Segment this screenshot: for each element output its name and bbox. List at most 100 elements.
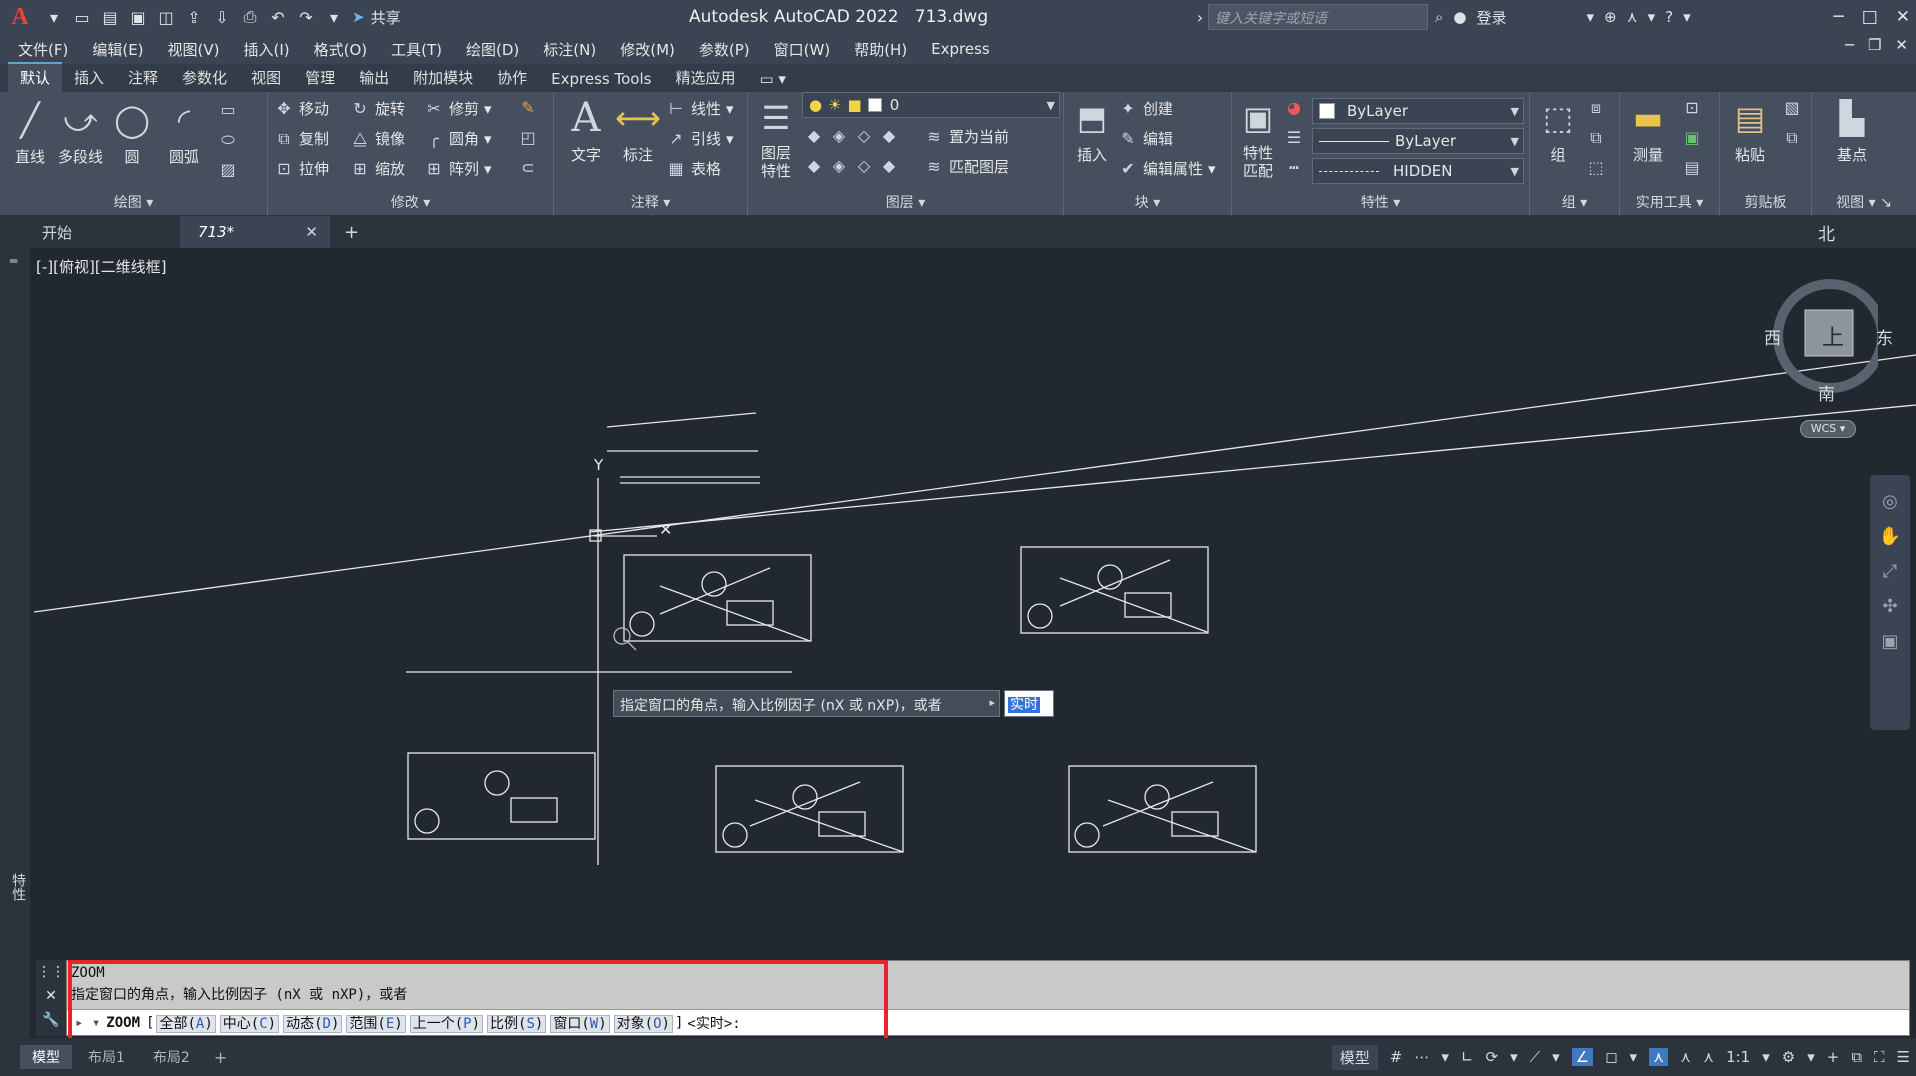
lineweight-button[interactable]: ☰ [1284,128,1304,147]
close-icon[interactable]: ✕ [45,988,57,1004]
command-window-handle[interactable]: ⋮⋮ ✕ 🔧 [36,960,66,1036]
annotation-panel-title[interactable]: 注释 ▾ [554,192,747,212]
object-snap-tracking-icon[interactable]: ∠ [1571,1048,1594,1066]
scale-button[interactable]: ⊞ 缩放 [350,158,405,179]
draw-panel-title[interactable]: 绘图 ▾ [0,192,267,212]
chevron-down-icon[interactable]: ▾ [1762,1048,1770,1066]
menu-item-12[interactable]: Express [931,40,990,58]
utilities-panel-title[interactable]: 实用工具 ▾ [1620,192,1719,212]
layer-tools-row2[interactable]: ◆ ◈ ◇ ◆ [804,156,899,175]
layers-panel-title[interactable]: 图层 ▾ [748,192,1063,212]
offset-button[interactable]: ⊂ [518,158,538,177]
line-button[interactable]: ╱ 直线 [8,98,52,167]
ellipse-button[interactable]: ⬭ [218,130,238,150]
new-tab-button[interactable]: + [330,216,373,248]
array-button[interactable]: ⊞ 阵列 ▾ [424,158,491,179]
erase-button[interactable]: ✎ [518,98,538,117]
chevron-down-icon[interactable]: ▾ [1648,8,1656,26]
menu-item-10[interactable]: 窗口(W) [774,39,831,60]
layout-tab-1[interactable]: 布局1 [76,1045,137,1069]
command-option-1[interactable]: 中心(C) [219,1014,280,1033]
explode-button[interactable]: ◰ [518,128,538,147]
menu-item-4[interactable]: 格式(O) [314,39,368,60]
create-block-button[interactable]: ✦ 创建 [1118,98,1173,119]
dynamic-input-field[interactable]: 实时 [1004,690,1054,717]
stretch-button[interactable]: ⊡ 拉伸 [274,158,329,179]
grid-icon[interactable]: # [1390,1048,1403,1066]
lineweight-dropdown[interactable]: ByLayer ▼ [1312,128,1524,154]
viewcube-north[interactable]: 北 [1818,220,1835,245]
edit-attributes-button[interactable]: ✔ 编辑属性 ▾ [1118,158,1215,179]
copy-clip-button[interactable]: ⧉ [1782,128,1802,148]
isodraft-icon[interactable]: ⟋ [1530,1048,1541,1066]
chevron-down-icon[interactable]: ▾ [1630,1048,1638,1066]
mirror-button[interactable]: ⧋ 镜像 [350,128,405,149]
command-option-7[interactable]: 对象(O) [613,1014,673,1033]
command-option-5[interactable]: 比例(S) [487,1014,547,1033]
login-link[interactable]: 登录 [1477,7,1507,28]
annotation-scale-value[interactable]: 1:1 [1726,1048,1750,1066]
orbit-icon[interactable]: ✣ [1882,596,1897,617]
user-icon[interactable]: ● [1453,8,1466,26]
insert-button[interactable]: ⬒ 插入 [1070,96,1114,165]
drawing-canvas[interactable]: Y ✕ 北 南 西 东 上 WCS ▾ [0,225,1916,958]
close-icon[interactable]: ✕ [1895,36,1908,54]
paste-button[interactable]: ▤ 粘贴 [1728,96,1772,165]
customize-qat-icon[interactable]: ▾ [320,3,348,31]
annotation-scale-icon[interactable]: ⋏ [1703,1048,1714,1066]
layout-tab-2[interactable]: 布局2 [141,1045,202,1069]
utility-tool-button[interactable]: ▤ [1682,158,1702,177]
chevron-down-icon[interactable]: ▾ [1683,8,1691,26]
print-icon[interactable]: ⎙ [236,3,264,31]
properties-panel-title[interactable]: 特性 ▾ [1232,192,1529,212]
edit-block-button[interactable]: ✎ 编辑 [1118,128,1173,149]
text-button[interactable]: A 文字 [564,95,608,165]
minimize-icon[interactable]: ─ [1833,7,1843,27]
menu-item-6[interactable]: 绘图(D) [466,39,519,60]
model-space-button[interactable]: 模型 [1331,1044,1378,1070]
match-layer-button[interactable]: ≋ 匹配图层 [924,156,1009,177]
circle-button[interactable]: ◯ 圆 [110,98,154,167]
minimize-icon[interactable]: ─ [1845,36,1854,54]
command-option-6[interactable]: 窗口(W) [550,1014,610,1033]
copy-button[interactable]: ⧉ 复制 [274,128,329,149]
properties-palette-strip[interactable]: ═ 特性 [0,248,30,1038]
groups-panel-title[interactable]: 组 ▾ [1530,192,1619,212]
undo-icon[interactable]: ↶ [264,3,292,31]
measure-button[interactable]: ▬ 测量 [1626,96,1670,165]
ribbon-overflow-icon[interactable]: ▭ ▾ [747,67,797,92]
viewcube-west[interactable]: 西 [1764,324,1781,349]
dimension-button[interactable]: ⟷ 标注 [615,96,661,165]
viewcube-top[interactable]: 上 [1822,320,1844,352]
save-icon[interactable]: ▣ [124,3,152,31]
publish-icon[interactable]: ⇩ [208,3,236,31]
share-button[interactable]: ➤ 共享 [352,7,401,28]
utility-tool-button[interactable]: ▣ [1682,128,1702,147]
steering-wheel-icon[interactable]: ◎ [1882,491,1898,512]
chevron-down-icon[interactable]: ▾ [1807,1048,1815,1066]
ribbon-tab-1[interactable]: 插入 [62,64,116,92]
autocad-logo-icon[interactable]: A [0,0,40,34]
layer-properties-button[interactable]: ☰ 图层 特性 [754,96,798,180]
maximize-icon[interactable]: □ [1862,7,1878,27]
group-select-button[interactable]: ⬚ [1586,158,1606,177]
chevron-down-icon[interactable]: ▾ [1510,1048,1518,1066]
fullscreen-icon[interactable]: ⛶ [1874,1048,1885,1066]
chevron-down-icon[interactable]: ▾ [1587,8,1595,26]
properties-palette-label[interactable]: 特性 [8,873,28,901]
block-panel-title[interactable]: 块 ▾ [1064,192,1231,212]
color-dropdown[interactable]: ByLayer ▼ [1312,98,1524,124]
wrench-icon[interactable]: 🔧 [42,1012,59,1028]
restore-icon[interactable]: ❐ [1868,36,1881,54]
ungroup-button[interactable]: ⧈ [1586,98,1606,118]
linetype-button[interactable]: ┅ [1284,158,1304,177]
isolate-icon[interactable]: ⧉ [1851,1048,1862,1066]
ribbon-tab-8[interactable]: 协作 [485,64,539,92]
rectangle-button[interactable]: ▭ [218,100,238,119]
viewport-controls[interactable]: [-][俯视][二维线框] [36,256,167,277]
menu-item-7[interactable]: 标注(N) [543,39,596,60]
open-file-icon[interactable]: ▤ [96,3,124,31]
ribbon-tab-6[interactable]: 输出 [347,64,401,92]
annotation-visibility-icon[interactable]: ⋏ [1649,1048,1669,1066]
make-current-button[interactable]: ≋ 置为当前 [924,126,1009,147]
